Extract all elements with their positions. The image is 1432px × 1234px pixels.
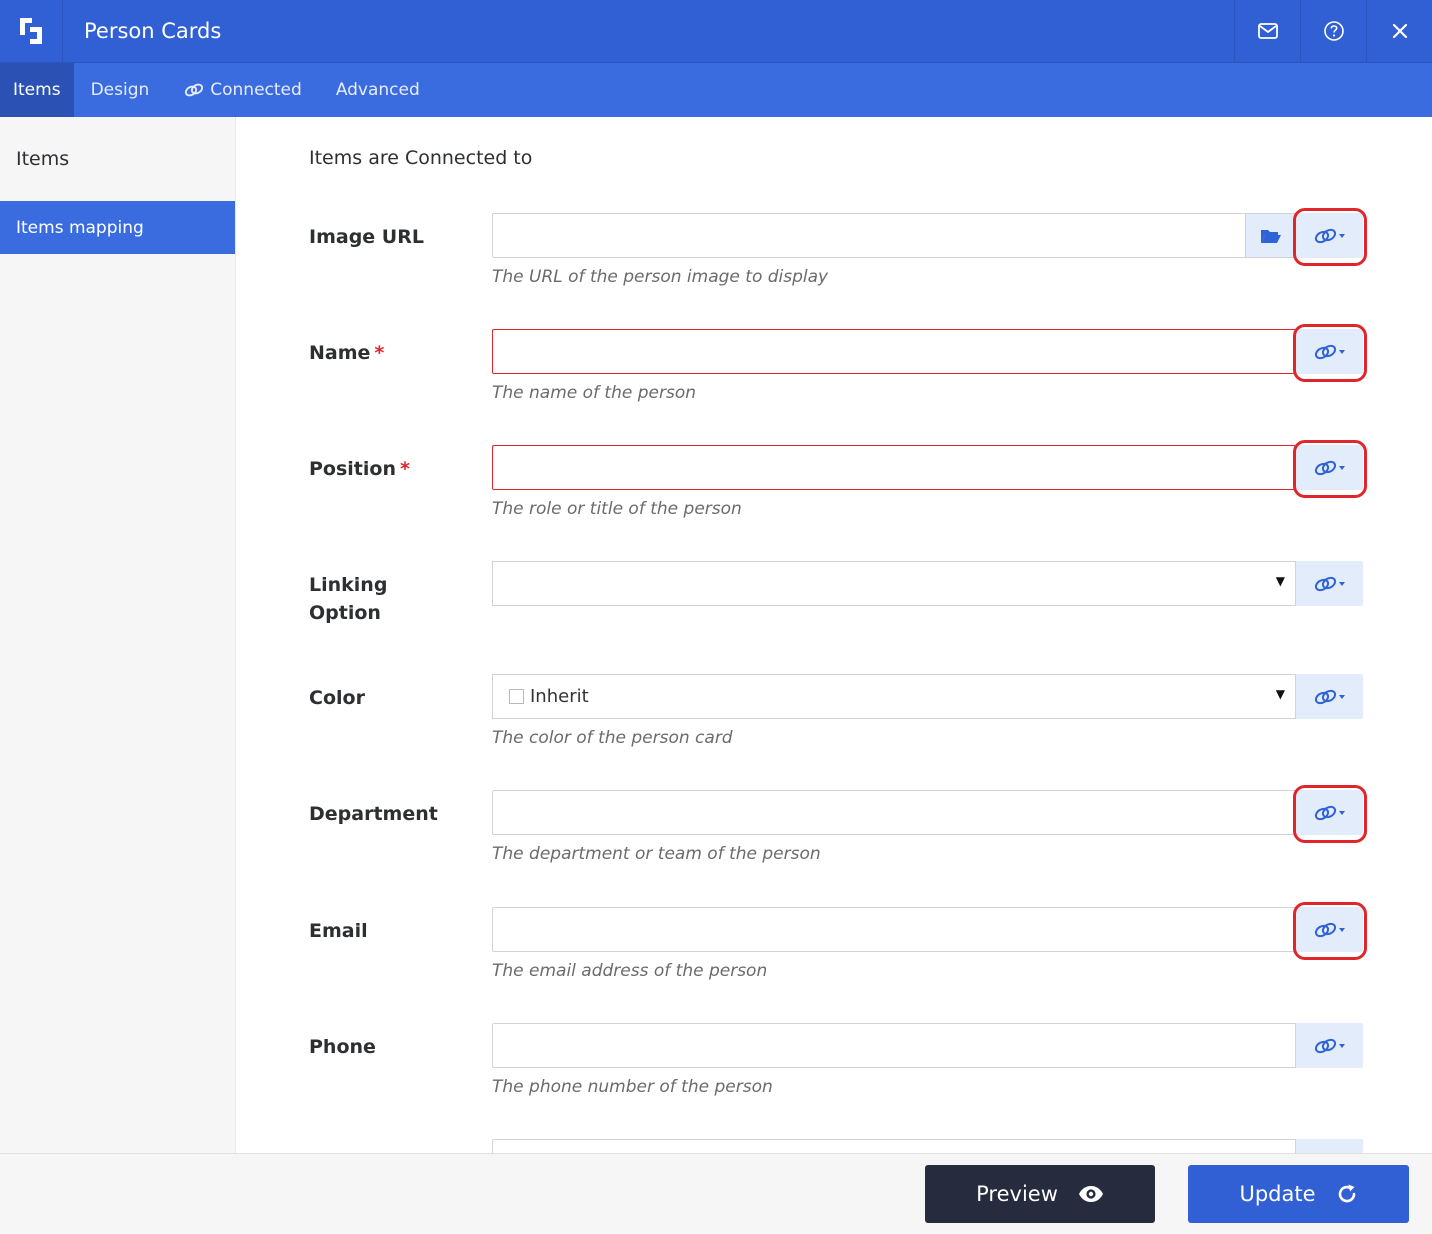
update-button-label: Update <box>1239 1182 1316 1206</box>
tab-label: Connected <box>210 80 302 100</box>
link-dropdown-icon <box>1314 576 1345 591</box>
link-dropdown-icon <box>1314 228 1345 243</box>
linking-option-select[interactable]: ▼ <box>492 561 1296 606</box>
connect-field-button[interactable] <box>1296 561 1363 606</box>
image-url-input[interactable] <box>492 213 1246 258</box>
next-field-input[interactable] <box>492 1139 1296 1153</box>
refresh-icon <box>1336 1183 1358 1205</box>
field-help: The email address of the person <box>492 961 768 981</box>
question-circle-icon <box>1323 21 1344 41</box>
field-control <box>492 208 1367 266</box>
sidebar: Items Items mapping <box>0 117 236 1153</box>
field-label: Email <box>309 920 368 942</box>
position-input[interactable] <box>492 445 1296 490</box>
field-label: Image URL <box>309 226 424 248</box>
field-control <box>492 785 1367 843</box>
connect-field-button[interactable] <box>1293 440 1367 498</box>
field-help: The phone number of the person <box>492 1077 773 1097</box>
connect-field-button[interactable] <box>1293 208 1367 266</box>
required-marker: * <box>399 458 410 480</box>
field-help: The URL of the person image to display <box>492 267 829 287</box>
link-dropdown-icon <box>1314 1038 1345 1053</box>
tab-items[interactable]: Items <box>0 63 74 117</box>
update-button[interactable]: Update <box>1188 1165 1409 1223</box>
department-input[interactable] <box>492 790 1296 835</box>
field-label: Color <box>309 687 365 709</box>
select-value: Inherit <box>530 686 589 707</box>
email-input[interactable] <box>492 907 1296 952</box>
color-swatch <box>509 689 524 704</box>
browse-files-button[interactable] <box>1246 213 1296 258</box>
field-help: The department or team of the person <box>492 844 821 864</box>
field-control <box>492 902 1367 960</box>
field-help: The role or title of the person <box>492 499 742 519</box>
caret-down-icon: ▼ <box>1275 574 1285 588</box>
close-icon <box>1392 23 1407 39</box>
footer: Preview Update <box>0 1153 1432 1234</box>
field-control <box>492 324 1367 382</box>
help-button[interactable] <box>1300 0 1366 63</box>
preview-button[interactable]: Preview <box>925 1165 1155 1223</box>
field-label: Position * <box>309 458 410 480</box>
sidebar-item-label: Items mapping <box>16 217 144 238</box>
color-select[interactable]: Inherit ▼ <box>492 674 1296 719</box>
eye-icon <box>1078 1185 1104 1203</box>
mail-button[interactable] <box>1234 0 1300 63</box>
tab-connected[interactable]: Connected <box>166 63 319 117</box>
tab-label: Design <box>90 80 150 100</box>
folder-open-icon <box>1261 229 1281 243</box>
section-title: Items are Connected to <box>309 147 533 169</box>
link-dropdown-icon <box>1314 805 1345 820</box>
link-icon <box>183 82 205 98</box>
connect-field-button[interactable] <box>1293 324 1367 382</box>
sidebar-item-items[interactable]: Items <box>0 117 235 201</box>
link-dropdown-icon <box>1314 344 1345 359</box>
field-label: Phone <box>309 1036 376 1058</box>
tab-design[interactable]: Design <box>74 63 167 117</box>
field-label: Name * <box>309 342 385 364</box>
tab-label: Items <box>13 80 61 100</box>
connect-field-button[interactable] <box>1293 785 1367 843</box>
tab-bar: Items Design Connected Advanced <box>0 63 1432 117</box>
field-control <box>492 1139 1363 1153</box>
field-help: The name of the person <box>492 383 696 403</box>
preview-button-label: Preview <box>976 1182 1058 1206</box>
field-help: The color of the person card <box>492 728 733 748</box>
main-panel: Items are Connected to Image URL The URL… <box>236 117 1432 1153</box>
field-control: Inherit ▼ <box>492 674 1363 719</box>
sidebar-item-label: Items <box>16 148 70 170</box>
field-control <box>492 440 1367 498</box>
connect-field-button[interactable] <box>1296 1139 1363 1153</box>
envelope-icon <box>1257 23 1278 39</box>
name-input[interactable] <box>492 329 1296 374</box>
field-label: Department <box>309 803 438 825</box>
close-button[interactable] <box>1366 0 1432 63</box>
connect-field-button[interactable] <box>1296 1023 1363 1068</box>
link-dropdown-icon <box>1314 922 1345 937</box>
app-logo-icon <box>0 0 63 63</box>
phone-input[interactable] <box>492 1023 1296 1068</box>
field-control: ▼ <box>492 561 1363 606</box>
connect-field-button[interactable] <box>1293 902 1367 960</box>
title-bar: Person Cards <box>0 0 1432 63</box>
field-control <box>492 1023 1363 1068</box>
tab-advanced[interactable]: Advanced <box>319 63 437 117</box>
caret-down-icon: ▼ <box>1275 687 1285 701</box>
connect-field-button[interactable] <box>1296 674 1363 719</box>
link-dropdown-icon <box>1314 689 1345 704</box>
link-dropdown-icon <box>1314 460 1345 475</box>
tab-label: Advanced <box>335 80 420 100</box>
field-label: Linking Option <box>309 574 388 624</box>
required-marker: * <box>374 342 385 364</box>
sidebar-item-items-mapping[interactable]: Items mapping <box>0 201 235 254</box>
window-title: Person Cards <box>84 19 222 43</box>
